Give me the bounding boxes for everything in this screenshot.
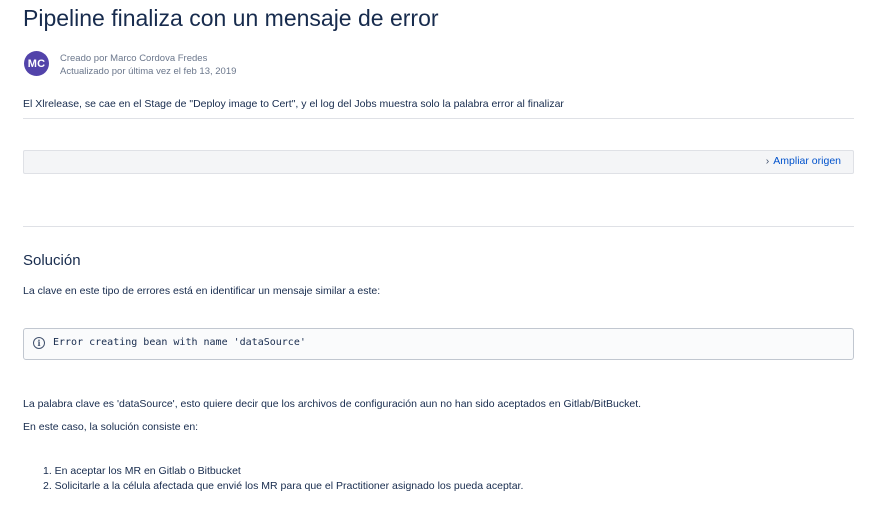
solution-steps-list: 1. En aceptar los MR en Gitlab o Bitbuck… <box>43 464 523 494</box>
divider <box>23 226 854 227</box>
divider <box>23 118 854 119</box>
solution-case-intro: En este caso, la solución consiste en: <box>23 421 199 433</box>
list-item: 1. En aceptar los MR en Gitlab o Bitbuck… <box>43 465 241 477</box>
page-title: Pipeline finaliza con un mensaje de erro… <box>23 5 439 31</box>
confluence-page: Pipeline finaliza con un mensaje de erro… <box>0 0 878 510</box>
info-icon: i <box>33 337 45 349</box>
created-by-text: Creado por Marco Cordova Fredes <box>60 53 208 64</box>
avatar[interactable]: MC <box>24 51 49 76</box>
chevron-right-icon: › <box>765 155 770 167</box>
list-item: 2. Solicitarle a la célula afectada que … <box>43 480 524 492</box>
last-updated-text: Actualizado por última vez el feb 13, 20… <box>60 66 237 77</box>
expand-source-button[interactable]: › Ampliar origen <box>766 155 841 167</box>
solution-intro: La clave en este tipo de errores está en… <box>23 285 381 297</box>
page-description: El Xlrelease, se cae en el Stage de "Dep… <box>23 98 564 110</box>
info-panel: i Error creating bean with name 'dataSou… <box>23 328 854 360</box>
expand-source-label: Ampliar origen <box>773 155 841 167</box>
solution-explanation: La palabra clave es 'dataSource', esto q… <box>23 398 642 410</box>
solution-heading: Solución <box>23 252 81 269</box>
page-byline: Creado por Marco Cordova Fredes Actualiz… <box>60 52 236 78</box>
error-code-text: Error creating bean with name 'dataSourc… <box>53 337 306 348</box>
source-expand-bar: › Ampliar origen <box>23 150 854 174</box>
